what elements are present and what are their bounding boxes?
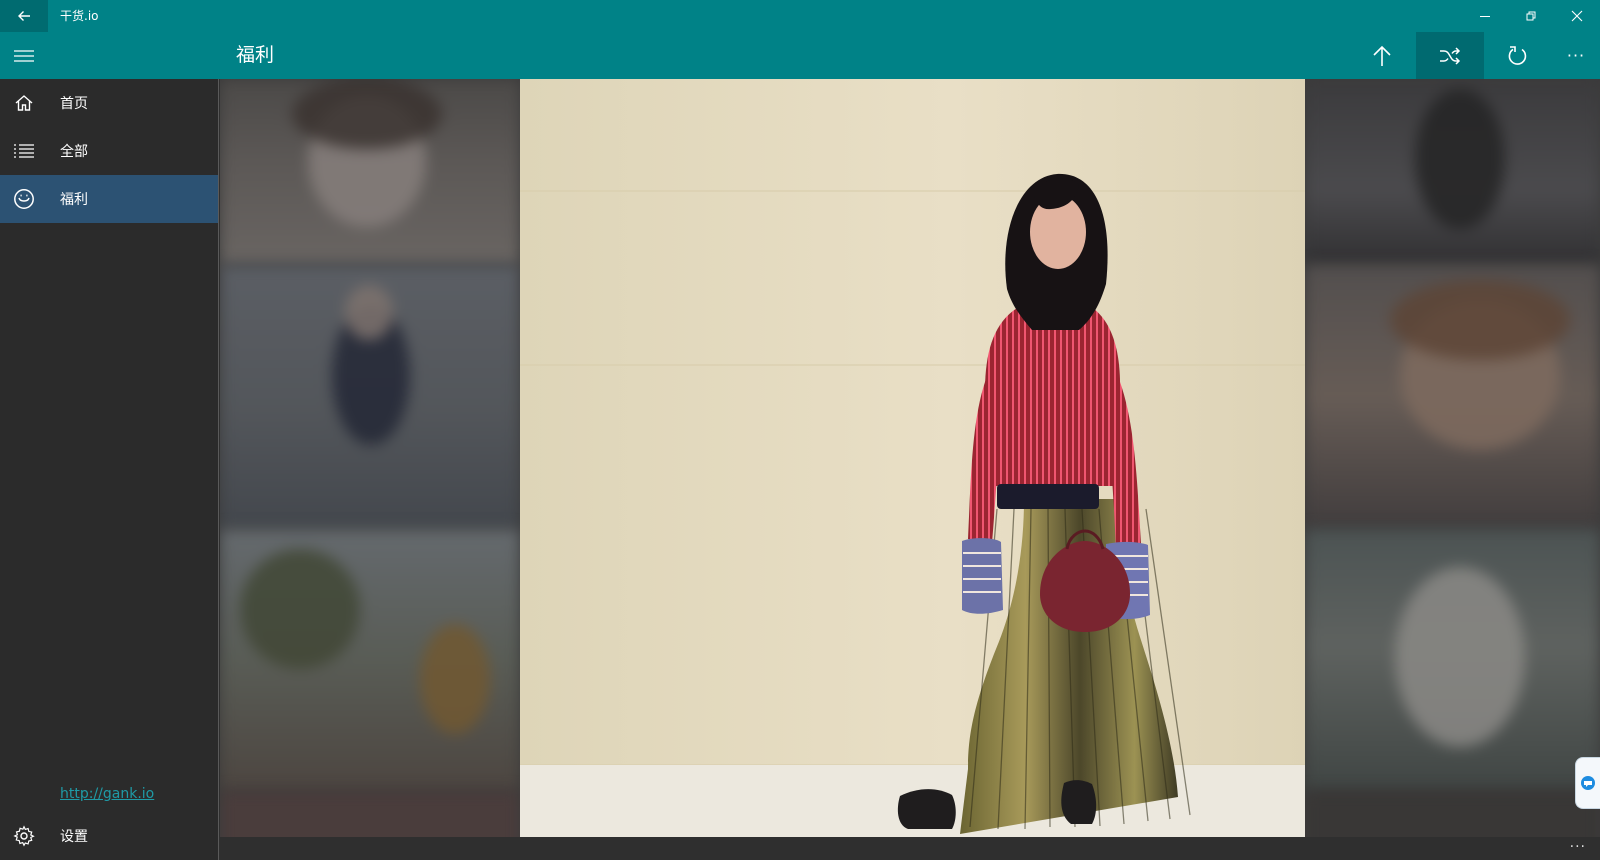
back-button[interactable] <box>0 0 48 32</box>
wall-background <box>520 79 1305 837</box>
minimize-icon <box>1480 16 1490 17</box>
bottom-more-button[interactable]: ··· <box>1570 839 1586 855</box>
back-arrow-icon <box>18 11 30 21</box>
left-boot <box>897 789 956 829</box>
sidebar-item-all[interactable]: 全部 <box>0 127 218 175</box>
arrow-up-icon <box>1373 45 1391 66</box>
more-options-button[interactable]: ··· <box>1552 32 1600 79</box>
waistband <box>997 484 1099 509</box>
side-assistant-widget[interactable] <box>1575 757 1600 809</box>
app-window: 干货.io 福利 ··· 首页 全部 福利 http://gank.io 设置 … <box>0 0 1600 860</box>
gank-link[interactable]: http://gank.io <box>60 786 154 802</box>
thumbnail-image[interactable] <box>1305 265 1600 529</box>
page-title: 福利 <box>236 44 275 66</box>
blurred-figure-shape <box>420 624 490 734</box>
hamburger-icon <box>14 49 34 62</box>
blurred-figure-shape <box>332 305 410 445</box>
blurred-figure-shape <box>1395 567 1525 747</box>
list-icon <box>0 127 48 175</box>
sidebar-item-label: 福利 <box>60 192 88 208</box>
sidebar-item-welfare[interactable]: 福利 <box>0 175 218 223</box>
sidebar-item-settings[interactable]: 设置 <box>0 812 218 860</box>
thumbnail-image[interactable] <box>220 265 520 529</box>
blurred-plant-shape <box>240 549 360 669</box>
thumbnail-image[interactable] <box>220 529 520 791</box>
blurred-face-shape <box>308 95 426 227</box>
sidebar-item-label: 设置 <box>60 829 88 845</box>
content-area <box>220 79 1600 860</box>
app-header: 福利 ··· <box>0 32 1600 79</box>
scroll-to-top-button[interactable] <box>1348 32 1416 79</box>
title-bar: 干货.io <box>0 0 1600 32</box>
sidebar-item-label: 首页 <box>60 96 88 112</box>
shuffle-icon <box>1440 46 1461 65</box>
main-photo[interactable] <box>520 79 1305 837</box>
blurred-hair-shape <box>292 79 442 149</box>
thumbnail-image[interactable] <box>1305 79 1600 265</box>
hamburger-menu-button[interactable] <box>0 32 48 79</box>
refresh-button[interactable] <box>1484 32 1552 79</box>
blurred-face-shape <box>1400 300 1560 450</box>
right-boot <box>1061 780 1097 824</box>
photo-illustration <box>520 79 1305 837</box>
close-button[interactable] <box>1554 0 1600 32</box>
close-icon <box>1571 10 1583 22</box>
blurred-hair-shape <box>1390 280 1570 360</box>
restore-button[interactable] <box>1508 0 1554 32</box>
blurred-figure-shape <box>1415 89 1505 229</box>
sidebar: 首页 全部 福利 http://gank.io 设置 <box>0 79 219 860</box>
more-label: ··· <box>1566 46 1586 65</box>
thumbnail-image[interactable] <box>220 79 520 265</box>
refresh-icon <box>1508 45 1527 65</box>
sidebar-item-label: 全部 <box>60 144 88 160</box>
left-cuff <box>962 538 1003 614</box>
thumbnail-image[interactable] <box>1305 529 1600 791</box>
blurred-face-shape <box>345 285 393 340</box>
bottom-app-bar: ··· <box>220 837 1600 860</box>
app-title: 干货.io <box>60 9 99 23</box>
shuffle-button[interactable] <box>1416 32 1484 79</box>
gear-icon <box>0 812 48 860</box>
smile-icon <box>0 175 48 223</box>
home-icon <box>0 79 48 127</box>
restore-icon <box>1526 11 1536 21</box>
chat-bubble-icon <box>1581 776 1595 790</box>
minimize-button[interactable] <box>1462 0 1508 32</box>
sidebar-item-home[interactable]: 首页 <box>0 79 218 127</box>
